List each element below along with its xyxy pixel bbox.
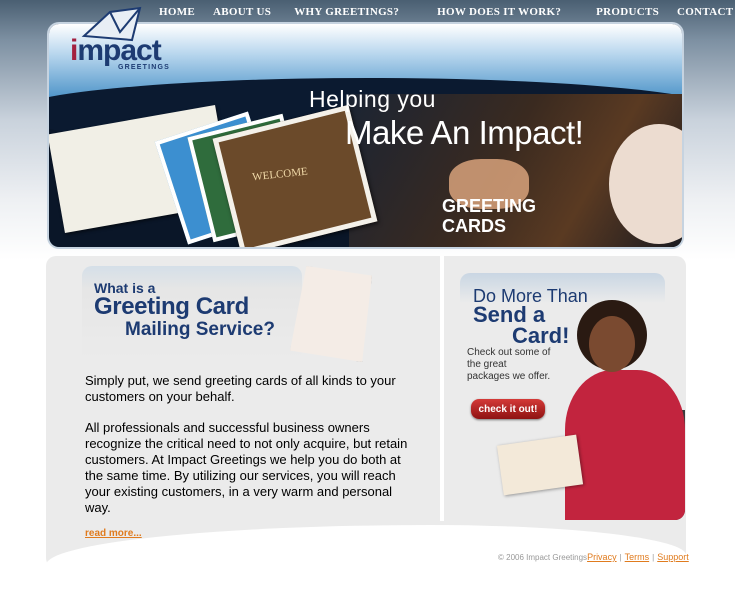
nav-why-greetings[interactable]: WHY GREETINGS? bbox=[280, 6, 413, 18]
woman-body bbox=[565, 370, 685, 520]
mat-text: WELCOME bbox=[251, 165, 309, 184]
sidebar-text: Check out some of the great packages we … bbox=[467, 347, 551, 382]
body-paragraph: All professionals and successful busines… bbox=[85, 420, 408, 515]
banner-caption-line1: GREETING bbox=[442, 196, 537, 216]
nav-how-does-it-work[interactable]: HOW DOES IT WORK? bbox=[413, 6, 587, 18]
main-heading-line3: Mailing Service? bbox=[125, 319, 275, 340]
footer-separator: | bbox=[619, 552, 622, 562]
nav-contact-us[interactable]: CONTACT US bbox=[668, 6, 735, 18]
footer-separator: | bbox=[652, 552, 655, 562]
intro-paragraph: Simply put, we send greeting cards of al… bbox=[85, 373, 396, 404]
footer: © 2006 Impact Greetings Privacy | Terms … bbox=[498, 552, 689, 562]
footer-link-support[interactable]: Support bbox=[657, 552, 689, 562]
column-divider bbox=[440, 256, 444, 521]
banner-tagline-line1: Helping you bbox=[309, 86, 436, 112]
sidebar-heading-line3: Card! bbox=[512, 323, 570, 348]
footer-link-privacy[interactable]: Privacy bbox=[587, 552, 617, 562]
check-it-out-button[interactable]: check it out! bbox=[471, 399, 545, 419]
woman-face bbox=[589, 316, 635, 372]
logo-wordmark: impact bbox=[70, 34, 162, 67]
banner-caption: GREETING CARDS bbox=[442, 196, 536, 236]
nav-products[interactable]: PRODUCTS bbox=[587, 6, 668, 18]
main-heading-line2: Greeting Card bbox=[94, 293, 249, 320]
banner-caption-line2: CARDS bbox=[442, 216, 507, 236]
footer-link-terms[interactable]: Terms bbox=[625, 552, 650, 562]
woman-with-cards-image bbox=[555, 300, 685, 520]
copyright-text: © 2006 Impact Greetings bbox=[498, 552, 588, 562]
banner-tagline-line2: Make An Impact! bbox=[345, 114, 584, 151]
nav-about-us[interactable]: ABOUT US bbox=[204, 6, 280, 18]
logo-subtitle: GREETINGS bbox=[118, 64, 171, 71]
impact-greetings-logo[interactable]: impact GREETINGS bbox=[66, 6, 176, 72]
read-more-link[interactable]: read more... bbox=[85, 528, 142, 539]
top-navigation: HOME ABOUT US WHY GREETINGS? HOW DOES IT… bbox=[150, 0, 735, 24]
